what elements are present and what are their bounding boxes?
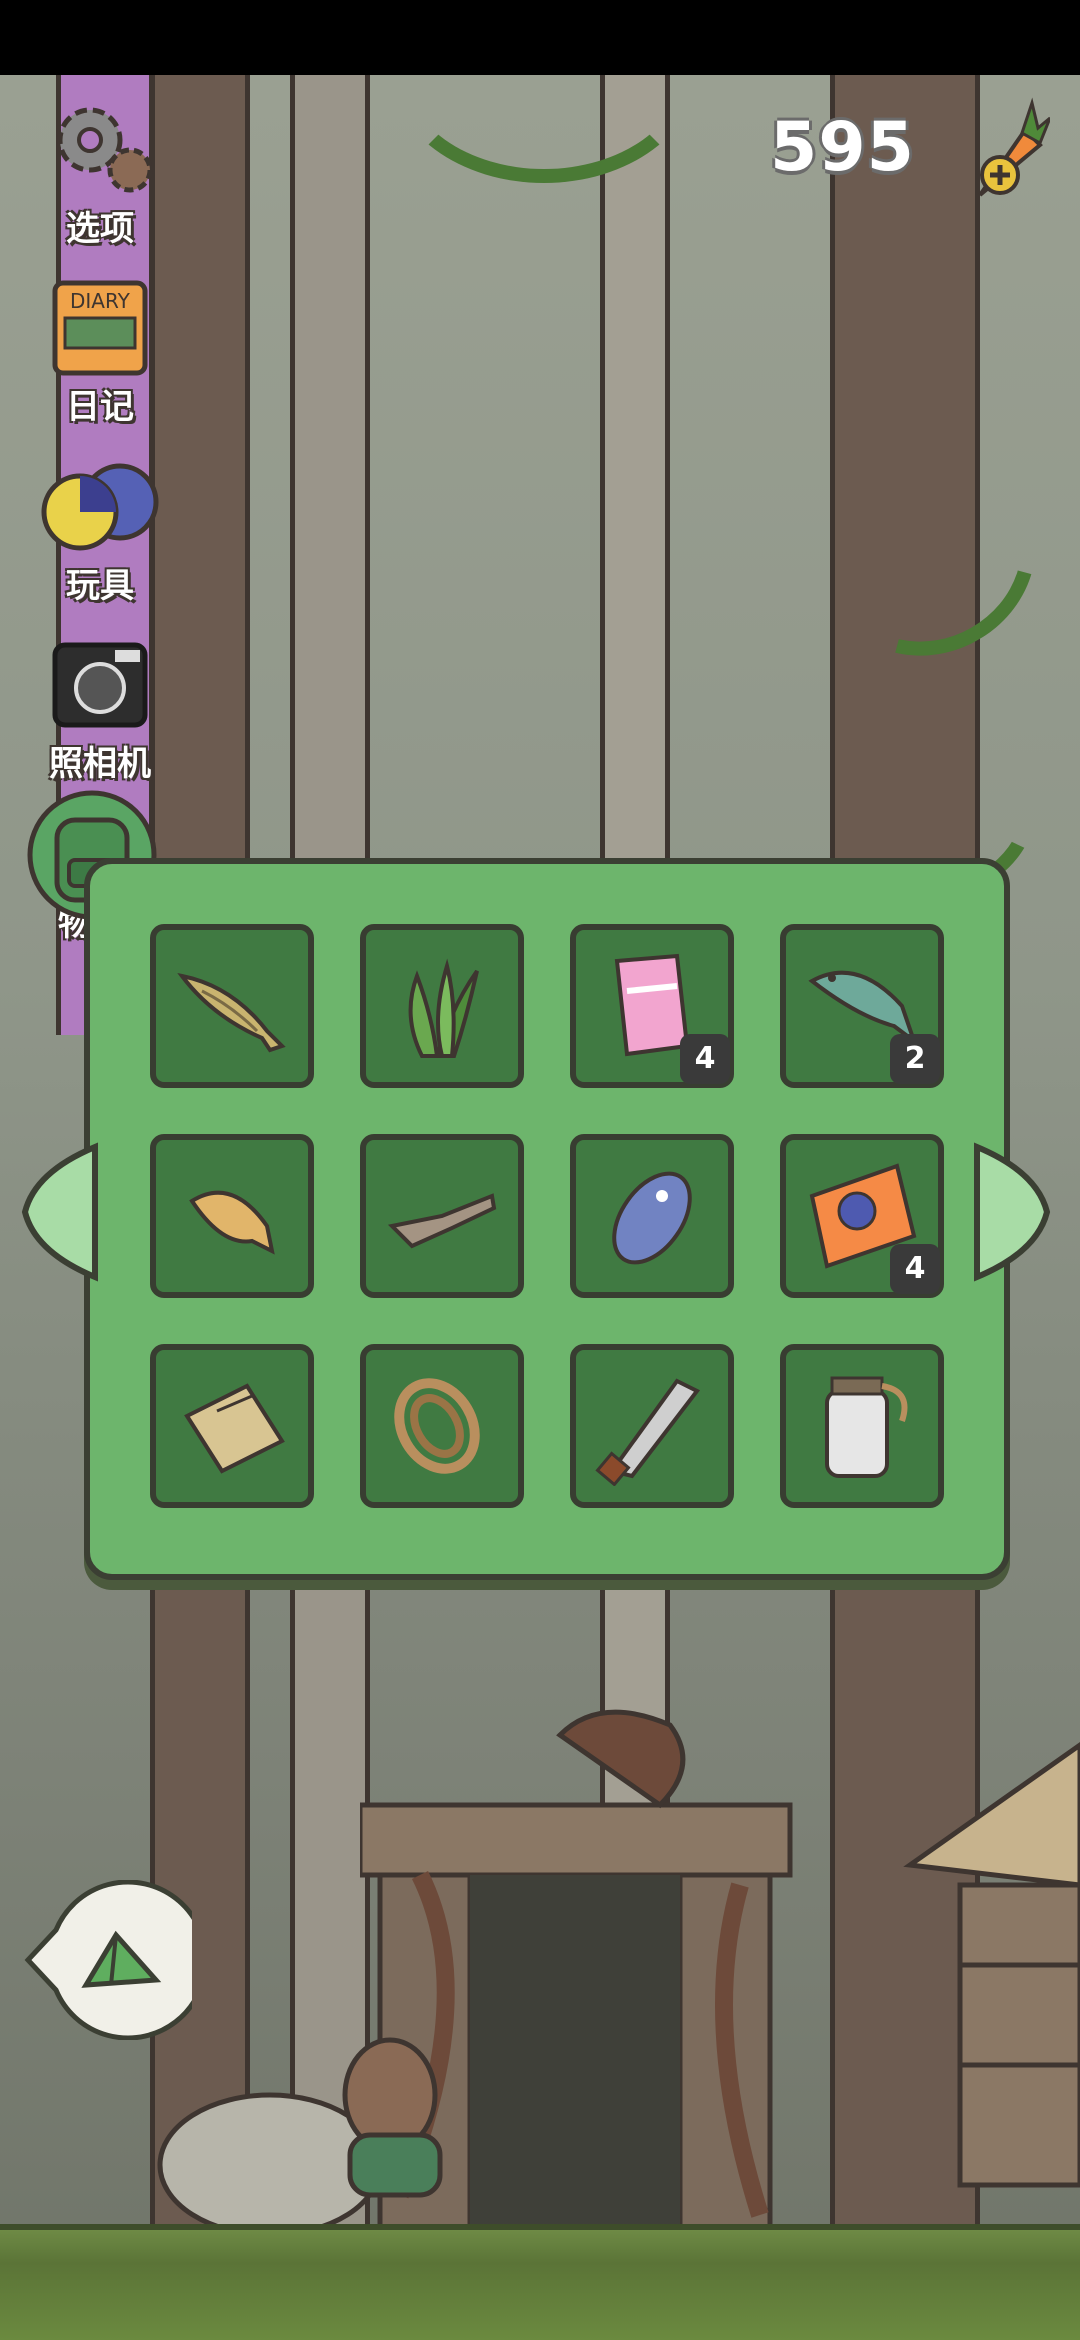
menu-diary[interactable]: DIARY 日记 xyxy=(20,273,180,428)
status-bar xyxy=(0,0,1080,75)
menu-options-label: 选项 xyxy=(66,209,134,249)
menu-options[interactable]: 选项 xyxy=(20,95,180,250)
menu-camera[interactable]: 照相机 xyxy=(20,630,180,785)
menu-toys-label: 玩具 xyxy=(66,566,134,606)
ground xyxy=(0,2224,1080,2340)
menu-camera-label: 照相机 xyxy=(49,744,151,784)
inventory-panel: 4 2 4 xyxy=(84,858,1010,1580)
inventory-slot[interactable] xyxy=(360,1344,524,1508)
diary-icon: DIARY xyxy=(35,273,165,383)
camera-icon xyxy=(35,630,165,740)
rope-icon xyxy=(394,1378,480,1474)
inventory-slot[interactable] xyxy=(570,1344,734,1508)
driftwood-icon xyxy=(387,1193,497,1249)
menu-toys[interactable]: 玩具 xyxy=(20,452,180,607)
inventory-slot[interactable] xyxy=(150,1344,314,1508)
item-count-badge: 4 xyxy=(890,1244,940,1294)
gear-icon xyxy=(35,95,165,205)
carrot-count: 595 xyxy=(770,108,915,187)
rock-with-character xyxy=(157,2037,443,2235)
seaweed-icon xyxy=(408,958,479,1058)
item-count-badge: 4 xyxy=(680,1034,730,1084)
jar-icon xyxy=(825,1376,908,1478)
inventory-slot[interactable]: 4 xyxy=(570,924,734,1088)
inventory-slot[interactable] xyxy=(150,1134,314,1298)
menu-diary-label: 日记 xyxy=(66,387,134,427)
inventory-slot[interactable]: 2 xyxy=(780,924,944,1088)
inventory-slot[interactable] xyxy=(780,1344,944,1508)
remote-icon xyxy=(612,1171,692,1265)
inventory-slot[interactable] xyxy=(360,1134,524,1298)
carrot-add-icon[interactable] xyxy=(950,95,1050,205)
machete-icon xyxy=(595,1378,701,1486)
item-count-badge: 2 xyxy=(890,1034,940,1084)
inventory-slot[interactable] xyxy=(150,924,314,1088)
inventory-slot[interactable] xyxy=(570,1134,734,1298)
svg-text:DIARY: DIARY xyxy=(70,289,131,313)
vine xyxy=(785,413,1073,695)
inventory-slot[interactable]: 4 xyxy=(780,1134,944,1298)
sack-icon xyxy=(184,1383,285,1474)
toy-balls-icon xyxy=(35,452,165,562)
camp-tent-button[interactable] xyxy=(16,1880,192,2040)
inventory-slot[interactable] xyxy=(360,924,524,1088)
flatfish-icon xyxy=(189,1190,275,1255)
straw-hut xyxy=(903,1741,1080,2188)
next-page-arrow[interactable] xyxy=(972,1142,1052,1282)
fish-icon xyxy=(177,973,286,1053)
prev-page-arrow[interactable] xyxy=(20,1142,100,1282)
